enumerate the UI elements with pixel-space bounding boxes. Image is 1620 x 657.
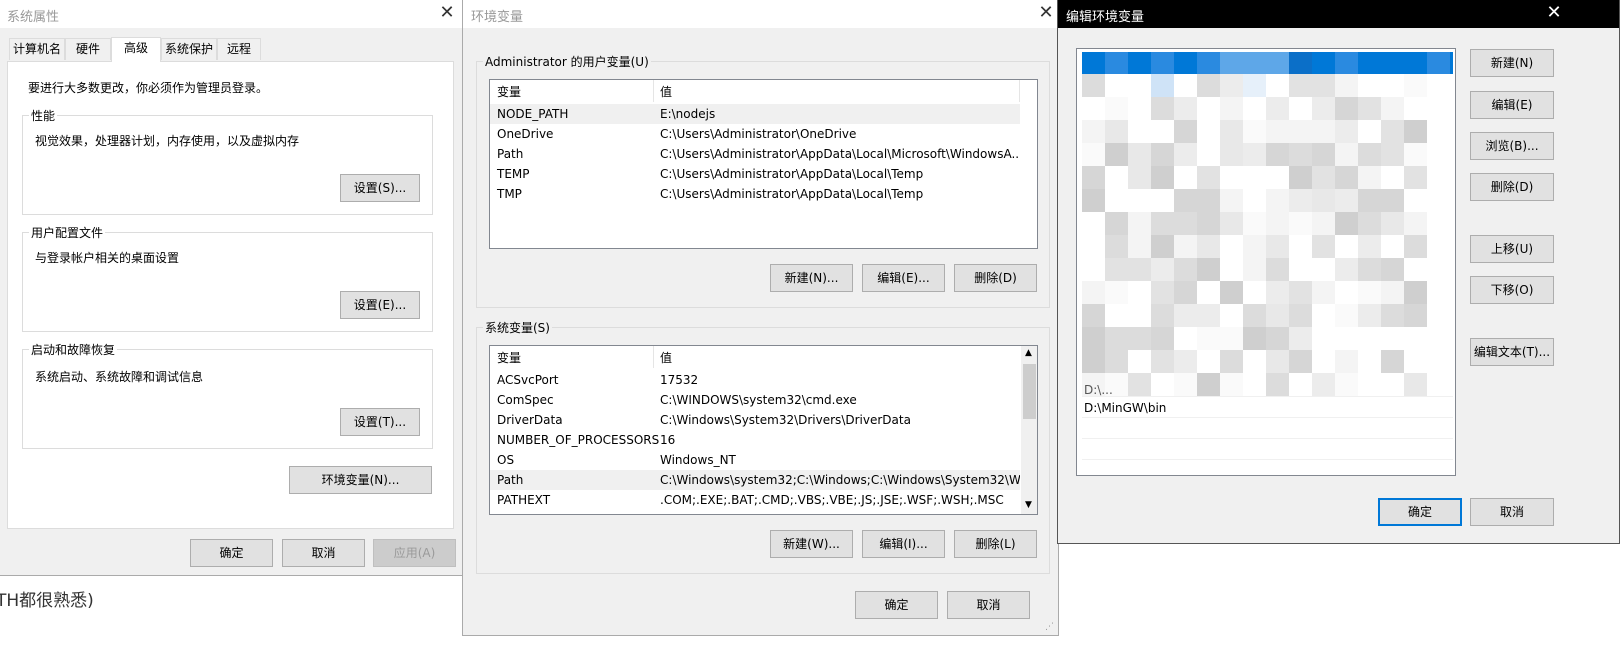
background-text: TH都很熟悉)	[0, 591, 94, 611]
row-divider	[1082, 438, 1453, 439]
close-icon[interactable]: ✕	[1034, 2, 1058, 26]
list-row-dividers	[1077, 49, 1455, 475]
chevron-down-icon[interactable]: ▼	[1025, 500, 1032, 510]
table-row[interactable]: Path C:\Windows\system32;C:\Windows;C:\W…	[490, 470, 1020, 490]
table-row[interactable]: NODE_PATH E:\nodejs	[490, 104, 1020, 124]
row-divider	[1082, 417, 1453, 418]
ok-button[interactable]: 确定	[855, 591, 938, 619]
table-row[interactable]: TMP C:\Users\Administrator\AppData\Local…	[490, 184, 1020, 204]
user-variables-list[interactable]: 变量 值 NODE_PATH E:\nodejs OneDrive C:\Use…	[489, 79, 1038, 249]
move-down-button[interactable]: 下移(O)	[1470, 276, 1554, 304]
tab-computer-name[interactable]: 计算机名	[9, 38, 65, 60]
column-separator	[1019, 80, 1020, 102]
system-edit-button[interactable]: 编辑(I)...	[862, 530, 945, 558]
environment-variables-window: 环境变量 ✕ Administrator 的用户变量(U) 变量 值 NODE_…	[462, 0, 1059, 636]
user-variables-group: Administrator 的用户变量(U) 变量 值 NODE_PATH E:…	[476, 53, 1050, 308]
edit-text-button[interactable]: 编辑文本(T)...	[1470, 338, 1554, 366]
column-value: 值	[660, 85, 673, 99]
tab-system-protection[interactable]: 系统保护	[161, 38, 217, 60]
vertical-scrollbar[interactable]: ▲ ▼	[1021, 346, 1037, 514]
row-divider	[1082, 396, 1453, 397]
window-title: 环境变量	[471, 10, 524, 25]
close-icon[interactable]: ✕	[435, 2, 459, 26]
edit-button[interactable]: 编辑(E)	[1470, 91, 1554, 119]
performance-desc: 视觉效果，处理器计划，内存使用，以及虚拟内存	[35, 134, 300, 148]
profile-desc: 与登录帐户相关的桌面设置	[35, 251, 180, 265]
resize-grip-icon[interactable]: ⋰	[1045, 622, 1054, 632]
table-row[interactable]: NUMBER_OF_PROCESSORS 16	[490, 430, 1020, 450]
path-entries-list[interactable]: D:\... D:\MinGW\bin	[1076, 48, 1456, 476]
system-properties-titlebar[interactable]: 系统属性 ✕	[0, 0, 462, 28]
environment-variables-titlebar[interactable]: 环境变量 ✕	[463, 0, 1058, 28]
cancel-button[interactable]: 取消	[1470, 498, 1554, 526]
table-row[interactable]: TEMP C:\Users\Administrator\AppData\Loca…	[490, 164, 1020, 184]
delete-button[interactable]: 删除(D)	[1470, 173, 1554, 201]
table-row[interactable]: ACSvcPort 17532	[490, 370, 1020, 390]
system-delete-button[interactable]: 删除(L)	[954, 530, 1037, 558]
browse-button[interactable]: 浏览(B)...	[1470, 132, 1554, 160]
user-edit-button[interactable]: 编辑(E)...	[862, 264, 945, 292]
cancel-button[interactable]: 取消	[947, 591, 1030, 619]
performance-group: 性能 视觉效果，处理器计划，内存使用，以及虚拟内存 设置(S)...	[22, 107, 433, 215]
window-title: 编辑环境变量	[1066, 10, 1145, 25]
column-variable: 变量	[497, 85, 522, 99]
close-icon[interactable]: ✕	[1542, 2, 1566, 26]
profile-settings-button[interactable]: 设置(E)...	[340, 291, 420, 319]
chevron-up-icon[interactable]: ▲	[1025, 348, 1032, 358]
user-delete-button[interactable]: 删除(D)	[954, 264, 1037, 292]
user-new-button[interactable]: 新建(N)...	[770, 264, 853, 292]
profile-group: 用户配置文件 与登录帐户相关的桌面设置 设置(E)...	[22, 224, 433, 332]
column-value: 值	[660, 351, 673, 365]
startup-group: 启动和故障恢复 系统启动、系统故障和调试信息 设置(T)...	[22, 341, 433, 449]
new-button[interactable]: 新建(N)	[1470, 49, 1554, 77]
user-variables-legend: Administrator 的用户变量(U)	[483, 53, 651, 70]
column-separator	[653, 346, 654, 368]
table-row[interactable]: PATHEXT .COM;.EXE;.BAT;.CMD;.VBS;.VBE;.J…	[490, 490, 1020, 510]
cancel-button[interactable]: 取消	[282, 539, 365, 567]
scrollbar-thumb[interactable]	[1023, 364, 1036, 419]
system-new-button[interactable]: 新建(W)...	[770, 530, 853, 558]
edit-env-titlebar[interactable]: 编辑环境变量 ✕	[1058, 0, 1619, 28]
row-divider	[1082, 459, 1453, 460]
admin-notice: 要进行大多数更改，你必须作为管理员登录。	[28, 81, 269, 95]
environment-variables-button[interactable]: 环境变量(N)...	[289, 466, 432, 494]
tab-remote[interactable]: 远程	[217, 38, 261, 60]
system-variables-legend: 系统变量(S)	[483, 319, 552, 336]
ok-button[interactable]: 确定	[190, 539, 273, 567]
startup-settings-button[interactable]: 设置(T)...	[340, 408, 420, 436]
system-variables-list[interactable]: 变量 值 ACSvcPort 17532 ComSpec C:\WINDOWS\…	[489, 345, 1038, 515]
table-row[interactable]: OS Windows_NT	[490, 450, 1020, 470]
column-variable: 变量	[497, 351, 522, 365]
performance-legend: 性能	[29, 107, 58, 124]
system-properties-window: 系统属性 ✕ 计算机名 硬件 高级 系统保护 远程 要进行大多数更改，你必须作为…	[0, 0, 463, 576]
startup-desc: 系统启动、系统故障和调试信息	[35, 370, 204, 384]
ok-button[interactable]: 确定	[1378, 498, 1462, 526]
move-up-button[interactable]: 上移(U)	[1470, 235, 1554, 263]
edit-environment-variable-window: 编辑环境变量 ✕ D:\... D:\MinGW\bin 新建(N) 编辑(E)…	[1057, 0, 1620, 544]
window-title: 系统属性	[7, 10, 60, 25]
table-row[interactable]: OneDrive C:\Users\Administrator\OneDrive	[490, 124, 1020, 144]
table-row[interactable]: DriverData C:\Windows\System32\Drivers\D…	[490, 410, 1020, 430]
profile-legend: 用户配置文件	[29, 224, 106, 241]
apply-button[interactable]: 应用(A)	[373, 539, 456, 567]
table-row[interactable]: Path C:\Users\Administrator\AppData\Loca…	[490, 144, 1020, 164]
performance-settings-button[interactable]: 设置(S)...	[340, 174, 420, 202]
table-row[interactable]: ComSpec C:\WINDOWS\system32\cmd.exe	[490, 390, 1020, 410]
advanced-tab-page: 要进行大多数更改，你必须作为管理员登录。 性能 视觉效果，处理器计划，内存使用，…	[7, 61, 454, 529]
column-separator	[653, 80, 654, 102]
tab-hardware[interactable]: 硬件	[65, 38, 111, 60]
list-header: 变量 值	[490, 346, 1037, 368]
list-header: 变量 值	[490, 80, 1037, 102]
tab-advanced[interactable]: 高级	[111, 37, 161, 62]
startup-legend: 启动和故障恢复	[29, 341, 118, 358]
system-variables-group: 系统变量(S) 变量 值 ACSvcPort 17532 ComSpec C:\…	[476, 319, 1050, 574]
